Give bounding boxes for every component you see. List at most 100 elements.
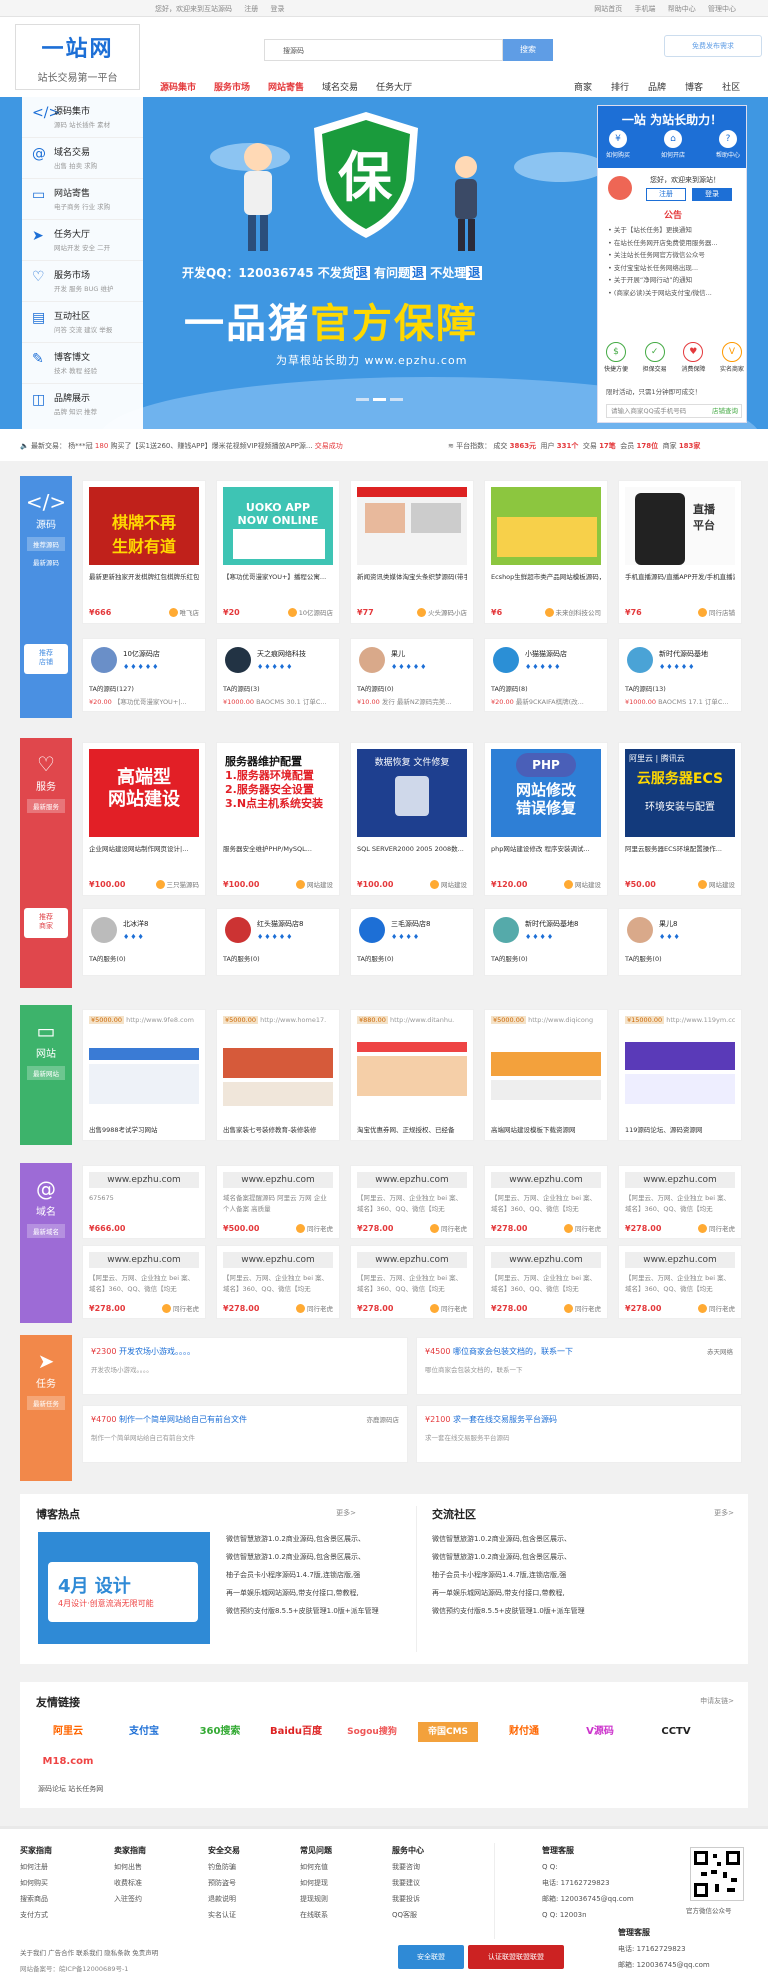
partner-logo[interactable]: 财付通 <box>494 1722 554 1742</box>
notice-item[interactable]: • 在站长任务网开店免费使用服务器... <box>608 237 742 250</box>
list-item[interactable]: 微信预约支付版8.5.5+皮肤管理1.0版+派车管理 <box>432 1602 585 1620</box>
service-card[interactable]: 阿里云 | 腾讯云 云服务器ECS 环境安装与配置 阿里云服务器ECS环境配置操作.… <box>618 742 742 896</box>
merchant-card[interactable]: 三毛源码店8 ♦♦♦♦ TA的服务(0) <box>350 908 474 976</box>
domain-card[interactable]: www.epzhu.com 【阿里云、万网、企业独立 bei 案、域名】360、Q… <box>216 1245 340 1319</box>
tab-latest[interactable]: 最新域名 <box>27 1224 65 1238</box>
task-card[interactable]: ¥2100 求一套在线交易服务平台源码 求一套在线交易服务平台源码 <box>416 1405 742 1463</box>
partner-logo[interactable]: M18.com <box>38 1752 98 1772</box>
footer-link[interactable]: 搜索商品 <box>20 1891 52 1907</box>
partner-logo[interactable]: 帝国CMS <box>418 1722 478 1742</box>
blog-image[interactable]: 4月 设计 4月设计·创意流淌无限可能 <box>38 1532 210 1644</box>
tab-latest[interactable]: 最新任务 <box>27 1396 65 1410</box>
tab-latest[interactable]: 最新服务 <box>27 799 65 813</box>
domain-card[interactable]: www.epzhu.com 域名备案提醒源码 阿里云 万网 企业个人备案 高质量 ¥… <box>216 1165 340 1239</box>
task-card[interactable]: ¥4500 哪位商家会包装文档的，联系一下 哪位商家会包装文档的，联系一下 赤天网络 <box>416 1337 742 1395</box>
partner-logo[interactable]: 360搜索 <box>190 1722 250 1742</box>
category-brand[interactable]: ◫ 品牌展示 品牌 知识 推荐 <box>22 384 143 425</box>
list-item[interactable]: 再一单娱乐城网站源码,带支付接口,带教程, <box>226 1584 379 1602</box>
shop-query-input[interactable]: 请输入商家QQ或手机号码 店铺查询 <box>606 404 742 418</box>
partner-logo[interactable]: 支付宝 <box>114 1722 174 1742</box>
footer-link[interactable]: 如何提现 <box>300 1875 332 1891</box>
nav-source[interactable]: 源码集市 <box>160 83 196 93</box>
service-card[interactable]: 服务器维护配置 1.服务器环境配置 2.服务器安全设置 3.N点主机系统安装 服务器安… <box>216 742 340 896</box>
partner-logo[interactable]: V源码 <box>570 1722 630 1742</box>
trust-badge[interactable]: 认证联盟联盟联盟 <box>468 1945 564 1969</box>
apply-link[interactable]: 申请友链> <box>700 1696 734 1706</box>
footer-link[interactable]: 如何注册 <box>20 1859 52 1875</box>
search-button[interactable]: 搜索 <box>503 39 553 61</box>
list-item[interactable]: 微信智慧旅游1.0.2商业源码,包含景区展示、 <box>432 1548 585 1566</box>
category-blog[interactable]: ✎ 博客博文 技术 教程 经验 <box>22 343 143 384</box>
service-card[interactable]: PHP 网站修改 错误修复 php网站建设修改 程序安装调试... ¥120.00 … <box>484 742 608 896</box>
nav-site[interactable]: 网站寄售 <box>268 83 304 93</box>
notice-item[interactable]: • 关于【站长任务】更换通知 <box>608 224 742 237</box>
footer-link[interactable]: 钓鱼防骗 <box>208 1859 240 1875</box>
category-service[interactable]: ♡ 服务市场 开发 服务 BUG 维护 <box>22 261 143 302</box>
footer-link[interactable]: 退款说明 <box>208 1891 240 1907</box>
site-card[interactable]: ¥15000.00 http://www.119ym.cc 119源码论坛、源码… <box>618 1009 742 1141</box>
nav-community[interactable]: 社区 <box>722 83 740 93</box>
community-more-link[interactable]: 更多> <box>714 1508 734 1518</box>
shop-card[interactable]: 小猫猫源码店 ♦♦♦♦♦ TA的源码(8) ¥20.00 最新9CKAIFA棋牌(改.… <box>484 638 608 712</box>
footer-link[interactable]: 如何出售 <box>114 1859 146 1875</box>
shop-card[interactable]: 新时代源码基地 ♦♦♦♦♦ TA的源码(13) ¥1000.00 BAOCMS 17.… <box>618 638 742 712</box>
list-item[interactable]: 微信智慧旅游1.0.2商业源码,包含景区展示、 <box>226 1530 379 1548</box>
footer-link[interactable]: 提现规则 <box>300 1891 332 1907</box>
category-domain[interactable]: @ 域名交易 出售 拍卖 求购 <box>22 138 143 179</box>
footer-link[interactable]: 如何购买 <box>20 1875 52 1891</box>
service-card[interactable]: 数据恢复 文件修复 SQL SERVER2000 2005 2008数... ¥… <box>350 742 474 896</box>
help-link[interactable]: 帮助中心 <box>668 5 696 13</box>
admin-link[interactable]: 管理中心 <box>708 5 736 13</box>
nav-domain[interactable]: 域名交易 <box>322 83 358 93</box>
nav-merchants[interactable]: 商家 <box>574 83 592 93</box>
site-logo[interactable]: 一站网 站长交易第一平台 <box>15 24 140 90</box>
footer-link[interactable]: 支付方式 <box>20 1907 52 1923</box>
notice-item[interactable]: • 关于开展“净网行动”的通知 <box>608 274 742 287</box>
blog-more-link[interactable]: 更多> <box>336 1508 356 1518</box>
shop-card[interactable]: 10亿源码店 ♦♦♦♦♦ TA的源码(127) ¥20.00 【寒功优哥漫家YOU+|… <box>82 638 206 712</box>
notice-item[interactable]: • 关注站长任务网官方微信公众号 <box>608 249 742 262</box>
category-source[interactable]: </> 源码集市 源码 站长插件 素材 <box>22 97 143 138</box>
carousel-dots[interactable] <box>356 394 407 403</box>
footer-link[interactable]: 在线联系 <box>300 1907 332 1923</box>
nav-ranking[interactable]: 排行 <box>611 83 629 93</box>
site-card[interactable]: ¥5000.00 http://www.home17. 出售家装七号装修教育-装… <box>216 1009 340 1141</box>
login-link[interactable]: 登录 <box>270 5 284 13</box>
list-item[interactable]: 微信智慧旅游1.0.2商业源码,包含景区展示、 <box>226 1548 379 1566</box>
product-card[interactable]: 直播 平台 手机直播源码/直播APP开发/手机直播源码 ¥76 同行店铺 <box>618 480 742 624</box>
domain-card[interactable]: www.epzhu.com 【阿里云、万网、企业独立 bei 案、域名】360、Q… <box>82 1245 206 1319</box>
footer-link[interactable]: 我要投诉 <box>392 1891 424 1907</box>
tab-recommended[interactable]: 推荐源码 <box>27 537 65 551</box>
footer-link[interactable]: 我要咨询 <box>392 1859 424 1875</box>
domain-card[interactable]: www.epzhu.com 【阿里云、万网、企业独立 bei 案、域名】360、Q… <box>618 1245 742 1319</box>
home-link[interactable]: 网站首页 <box>594 5 622 13</box>
shop-query-button[interactable]: 店铺查询 <box>712 405 738 417</box>
site-card[interactable]: ¥880.00 http://www.ditanhu. 淘宝优惠券网、正规授权、… <box>350 1009 474 1141</box>
product-card[interactable]: 棋牌不再 生财有道 最新更新独家开发棋牌红包棋牌乐红包版 ¥666 唯飞店 <box>82 480 206 624</box>
mobile-link[interactable]: 手机端 <box>635 5 656 13</box>
register-link[interactable]: 注册 <box>244 5 258 13</box>
footer-link[interactable]: 实名认证 <box>208 1907 240 1923</box>
site-card[interactable]: ¥5000.00 http://www.diqicong 高端网站建设模板下载资… <box>484 1009 608 1141</box>
merchant-card[interactable]: 北冰洋8 ♦♦♦ TA的服务(0) <box>82 908 206 976</box>
footer-link[interactable]: QQ客服 <box>392 1907 424 1923</box>
notice-item[interactable]: • 支付宝宝站长任务网络出现... <box>608 262 742 275</box>
merchant-card[interactable]: 果儿8 ♦♦♦ TA的服务(0) <box>618 908 742 976</box>
domain-card[interactable]: www.epzhu.com 【阿里云、万网、企业独立 bei 案、域名】360、Q… <box>350 1165 474 1239</box>
notice-item[interactable]: • (商家必读)关于网站支付宝/微信... <box>608 287 742 300</box>
tab-latest[interactable]: 最新网站 <box>27 1066 65 1080</box>
how-to-buy-link[interactable]: ¥ 如何购买 <box>606 130 630 159</box>
publish-request-button[interactable]: 免费发布需求 <box>664 35 762 57</box>
list-item[interactable]: 柚子会员卡小程序源码1.4.7版,连锁店版,强 <box>432 1566 585 1584</box>
nav-blog[interactable]: 博客 <box>685 83 703 93</box>
footer-link[interactable]: 入驻签约 <box>114 1891 146 1907</box>
tab-latest[interactable]: 最新源码 <box>27 555 65 569</box>
security-badge[interactable]: 安全联盟 <box>398 1945 464 1969</box>
help-center-link[interactable]: ? 帮助中心 <box>716 130 740 159</box>
footer-link[interactable]: 预防盗号 <box>208 1875 240 1891</box>
domain-card[interactable]: www.epzhu.com 【阿里云、万网、企业独立 bei 案、域名】360、Q… <box>484 1245 608 1319</box>
list-item[interactable]: 微信预约支付版8.5.5+皮肤管理1.0版+派车管理 <box>226 1602 379 1620</box>
merchant-card[interactable]: 红头猫源码店8 ♦♦♦♦♦ TA的服务(0) <box>216 908 340 976</box>
nav-task[interactable]: 任务大厅 <box>376 83 412 93</box>
nav-brand[interactable]: 品牌 <box>648 83 666 93</box>
